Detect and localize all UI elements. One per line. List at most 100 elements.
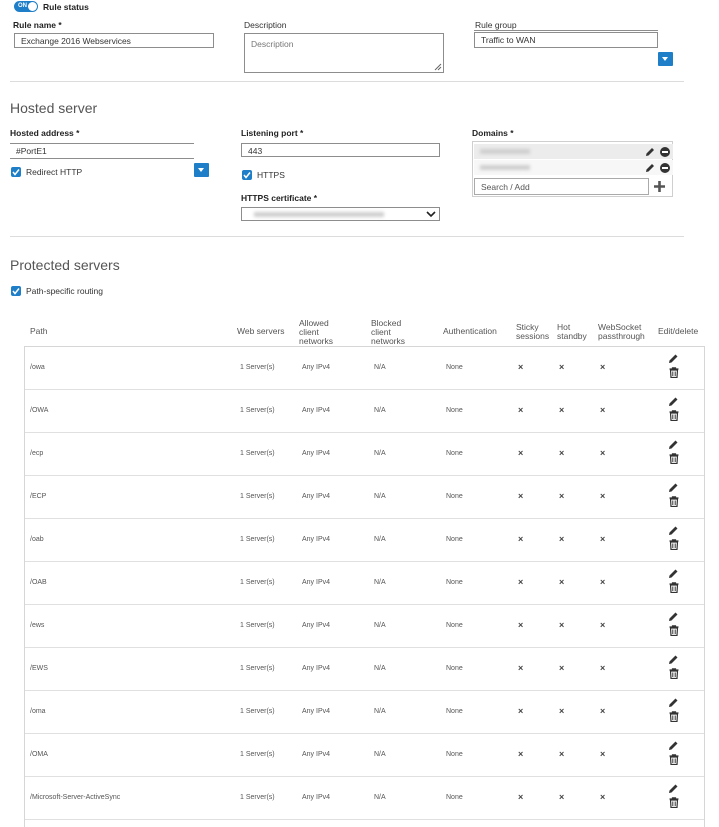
row-path: /Microsoft-Server-ActiveSync — [30, 794, 121, 801]
pencil-icon[interactable] — [668, 783, 679, 794]
pencil-icon[interactable] — [668, 740, 679, 751]
row-hot-standby: × — [559, 620, 565, 630]
resize-handle-icon[interactable] — [434, 63, 442, 71]
row-authentication: None — [446, 708, 463, 715]
table-row[interactable]: /ews 1 Server(s) Any IPv4 N/A None × × × — [25, 605, 704, 648]
row-sticky-sessions: × — [518, 534, 524, 544]
trash-icon[interactable] — [669, 539, 679, 550]
header-blocked-networks[interactable]: Blocked client networks — [371, 319, 405, 346]
trash-icon[interactable] — [669, 496, 679, 507]
hosted-server-title: Hosted server — [10, 100, 98, 116]
minus-circle-icon[interactable] — [660, 163, 670, 173]
row-path: /OWA — [30, 407, 49, 414]
table-row[interactable]: /EWS 1 Server(s) Any IPv4 N/A None × × × — [25, 648, 704, 691]
rule-group-select[interactable]: Traffic to WAN — [474, 32, 658, 48]
https-label: HTTPS — [257, 170, 285, 180]
row-allowed-networks: Any IPv4 — [302, 622, 331, 629]
row-blocked-networks: N/A — [374, 622, 386, 629]
rule-status-toggle[interactable]: ON — [14, 1, 38, 12]
trash-icon[interactable] — [669, 367, 679, 378]
table-row[interactable]: /ecp 1 Server(s) Any IPv4 N/A None × × × — [25, 433, 704, 476]
pencil-icon[interactable] — [668, 482, 679, 493]
rule-group-top-line — [474, 30, 658, 31]
pencil-icon[interactable] — [668, 525, 679, 536]
pencil-icon[interactable] — [668, 611, 679, 622]
row-websocket: × — [600, 405, 606, 415]
header-path[interactable]: Path — [30, 327, 48, 336]
table-row[interactable]: /ECP 1 Server(s) Any IPv4 N/A None × × × — [25, 476, 704, 519]
plus-icon[interactable] — [653, 180, 666, 193]
row-web-servers: 1 Server(s) — [240, 493, 275, 500]
header-websocket[interactable]: WebSocket passthrough — [598, 323, 645, 341]
trash-icon[interactable] — [669, 711, 679, 722]
row-path: /ews — [30, 622, 45, 629]
row-allowed-networks: Any IPv4 — [302, 794, 331, 801]
row-blocked-networks: N/A — [374, 665, 386, 672]
redirect-http-checkbox[interactable] — [11, 167, 21, 177]
row-sticky-sessions: × — [518, 749, 524, 759]
pencil-icon[interactable] — [668, 654, 679, 665]
trash-icon[interactable] — [669, 453, 679, 464]
row-websocket: × — [600, 620, 606, 630]
table-row[interactable]: /OWA 1 Server(s) Any IPv4 N/A None × × × — [25, 390, 704, 433]
rule-group-label: Rule group — [475, 20, 517, 30]
row-blocked-networks: N/A — [374, 794, 386, 801]
table-row[interactable]: /owa 1 Server(s) Any IPv4 N/A None × × × — [25, 347, 704, 390]
https-checkbox[interactable] — [242, 170, 252, 180]
pencil-icon[interactable] — [668, 697, 679, 708]
header-allowed-networks[interactable]: Allowed client networks — [299, 319, 333, 346]
domain-item — [474, 160, 673, 175]
rule-name-input[interactable]: Exchange 2016 Webservices — [14, 33, 214, 48]
listening-port-label: Listening port * — [241, 128, 304, 138]
domain-item — [474, 144, 673, 159]
header-authentication[interactable]: Authentication — [443, 327, 497, 336]
minus-circle-icon[interactable] — [660, 147, 670, 157]
header-sticky-sessions[interactable]: Sticky sessions — [516, 323, 549, 341]
table-row[interactable]: /OAB 1 Server(s) Any IPv4 N/A None × × × — [25, 562, 704, 605]
trash-icon[interactable] — [669, 754, 679, 765]
protected-servers-title: Protected servers — [10, 257, 120, 273]
https-certificate-select[interactable] — [241, 207, 440, 221]
row-web-servers: 1 Server(s) — [240, 708, 275, 715]
domain-search-input[interactable]: Search / Add — [474, 178, 649, 195]
rule-group-dropdown-button[interactable] — [658, 52, 673, 66]
hosted-address-select[interactable]: #PortE1 — [10, 143, 194, 159]
redacted-certificate — [254, 212, 384, 217]
toggle-knob — [28, 2, 37, 11]
pencil-icon[interactable] — [668, 439, 679, 450]
header-hot-standby[interactable]: Hot standby — [557, 323, 587, 341]
row-authentication: None — [446, 665, 463, 672]
row-hot-standby: × — [559, 491, 565, 501]
row-blocked-networks: N/A — [374, 536, 386, 543]
trash-icon[interactable] — [669, 797, 679, 808]
trash-icon[interactable] — [669, 410, 679, 421]
row-web-servers: 1 Server(s) — [240, 794, 275, 801]
header-web-servers[interactable]: Web servers — [237, 327, 285, 336]
pencil-icon[interactable] — [668, 568, 679, 579]
trash-icon[interactable] — [669, 625, 679, 636]
trash-icon[interactable] — [669, 582, 679, 593]
pencil-icon[interactable] — [668, 396, 679, 407]
redacted-domain — [480, 149, 530, 154]
table-row[interactable]: /Microsoft-Server-ActiveSync 1 Server(s) A… — [25, 777, 704, 820]
domains-box: Search / Add — [472, 141, 673, 197]
row-sticky-sessions: × — [518, 362, 524, 372]
path-routing-checkbox[interactable] — [11, 286, 21, 296]
row-blocked-networks: N/A — [374, 364, 386, 371]
listening-port-input[interactable]: 443 — [241, 143, 440, 157]
description-textarea[interactable]: Description — [244, 33, 444, 73]
row-websocket: × — [600, 749, 606, 759]
row-hot-standby: × — [559, 577, 565, 587]
trash-icon[interactable] — [669, 668, 679, 679]
table-row[interactable]: /oma 1 Server(s) Any IPv4 N/A None × × × — [25, 691, 704, 734]
pencil-icon[interactable] — [645, 147, 655, 157]
row-web-servers: 1 Server(s) — [240, 665, 275, 672]
table-row[interactable]: /oab 1 Server(s) Any IPv4 N/A None × × × — [25, 519, 704, 562]
pencil-icon[interactable] — [668, 353, 679, 364]
row-allowed-networks: Any IPv4 — [302, 536, 331, 543]
row-authentication: None — [446, 493, 463, 500]
row-sticky-sessions: × — [518, 706, 524, 716]
hosted-address-dropdown-button[interactable] — [194, 163, 209, 177]
table-row[interactable]: /OMA 1 Server(s) Any IPv4 N/A None × × × — [25, 734, 704, 777]
pencil-icon[interactable] — [645, 163, 655, 173]
